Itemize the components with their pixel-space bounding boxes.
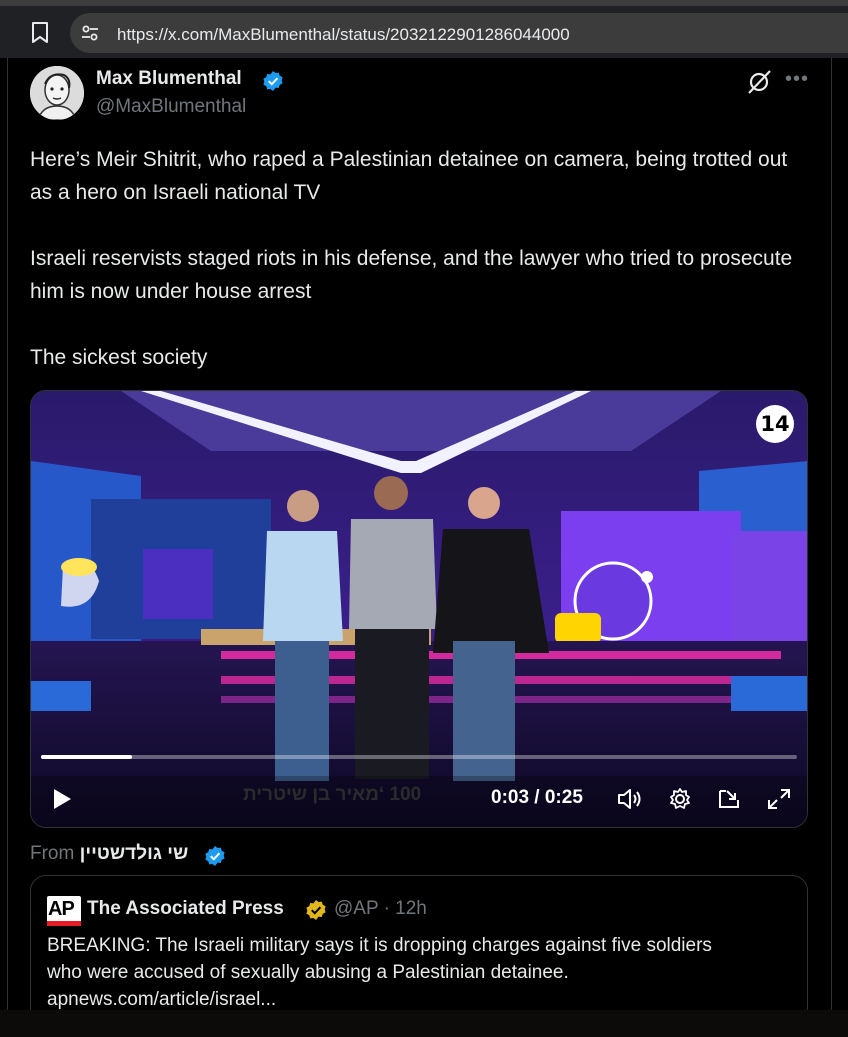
- video-source-attribution: From שי גולדשטיין: [30, 843, 188, 865]
- author-name[interactable]: Max Blumenthal: [96, 68, 242, 90]
- tweet-paragraph: The sickest society: [30, 346, 208, 369]
- picture-in-picture-icon[interactable]: [717, 787, 743, 811]
- video-player[interactable]: 14 100 ‘מאיר בן שיטרית 0:03 / 0:25: [30, 390, 808, 828]
- fullscreen-icon[interactable]: [766, 787, 792, 811]
- panel-border-left: [7, 58, 8, 1010]
- video-caption: 100 ‘מאיר בן שיטרית: [243, 784, 422, 805]
- bookmark-icon[interactable]: [28, 20, 52, 46]
- tweet-text: Here’s Meir Shitrit, who raped a Palesti…: [30, 143, 810, 374]
- avatar[interactable]: [30, 66, 84, 120]
- bottom-background-strip: [0, 1010, 848, 1037]
- source-account-name[interactable]: שי גולדשטיין: [80, 843, 189, 864]
- video-progress-fill: [41, 755, 132, 759]
- author-handle[interactable]: @MaxBlumenthal: [96, 96, 246, 118]
- volume-icon[interactable]: [617, 787, 643, 811]
- tweet-paragraph: Here’s Meir Shitrit, who raped a Palesti…: [30, 148, 788, 204]
- grok-icon[interactable]: [746, 69, 772, 95]
- quoted-author-name[interactable]: The Associated Press: [87, 898, 284, 920]
- video-frame: [31, 391, 807, 827]
- ap-logo: AP: [47, 896, 81, 926]
- ap-logo-text: AP: [48, 898, 75, 920]
- address-bar[interactable]: https://x.com/MaxBlumenthal/status/20321…: [70, 13, 848, 53]
- url-text[interactable]: https://x.com/MaxBlumenthal/status/20321…: [117, 25, 570, 45]
- site-settings-icon[interactable]: [80, 23, 100, 43]
- verified-badge-icon: [263, 71, 283, 91]
- quoted-link[interactable]: apnews.com/article/israel...: [47, 986, 797, 1013]
- verified-gold-badge-icon: [306, 900, 326, 920]
- browser-toolbar: https://x.com/MaxBlumenthal/status/20321…: [0, 0, 848, 58]
- quoted-handle-time: @AP · 12h: [334, 898, 427, 919]
- panel-border-right: [831, 58, 832, 1010]
- quoted-text: BREAKING: The Israeli military says it i…: [47, 932, 797, 1013]
- from-label: From: [30, 843, 75, 864]
- video-progress-bar[interactable]: [41, 755, 797, 759]
- settings-gear-icon[interactable]: [667, 787, 693, 811]
- tweet-paragraph: Israeli reservists staged riots in his d…: [30, 247, 793, 303]
- quoted-tweet[interactable]: AP The Associated Press @AP · 12h BREAKI…: [30, 875, 808, 1025]
- more-options-icon[interactable]: •••: [783, 68, 811, 92]
- channel-logo: 14: [756, 405, 794, 443]
- video-time: 0:03 / 0:25: [491, 787, 583, 808]
- verified-badge-icon: [205, 846, 225, 866]
- quoted-text-line: who were accused of sexually abusing a P…: [47, 962, 569, 983]
- quoted-text-line: BREAKING: The Israeli military says it i…: [47, 935, 712, 956]
- play-icon[interactable]: [51, 787, 73, 811]
